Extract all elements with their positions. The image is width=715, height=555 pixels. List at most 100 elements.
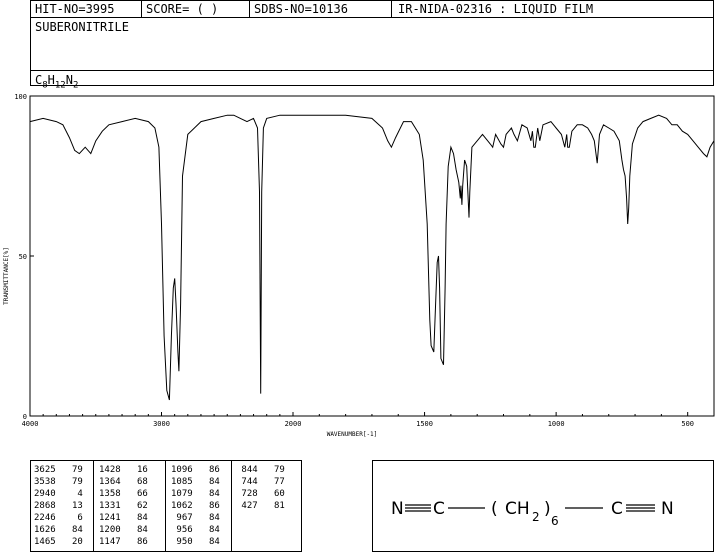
peak-transmittance: 16 xyxy=(120,465,148,475)
hit-number: HIT-NO=3995 xyxy=(31,1,142,17)
score: SCORE= ( ) xyxy=(142,1,250,17)
peak-transmittance: 4 xyxy=(55,489,83,499)
peak-wavenumber: 2940 xyxy=(34,489,56,499)
peak-transmittance: 79 xyxy=(55,477,83,487)
carbon-left: C xyxy=(433,499,445,519)
y-tick-label: 50 xyxy=(19,253,27,261)
y-tick-label: 100 xyxy=(14,93,27,101)
peak-transmittance: 60 xyxy=(257,489,285,499)
peak-wavenumber: 967 xyxy=(171,513,193,523)
peak-row: 744 77 xyxy=(236,476,285,488)
peak-wavenumber: 728 xyxy=(236,489,258,499)
y-axis-label: TRANSMITTANCE[%] xyxy=(3,247,10,305)
peak-transmittance: 84 xyxy=(192,513,220,523)
peak-wavenumber: 427 xyxy=(236,501,258,511)
repeat-count: 6 xyxy=(551,514,559,528)
peak-wavenumber: 744 xyxy=(236,477,258,487)
paren-open: ( xyxy=(491,499,498,519)
peak-transmittance: 6 xyxy=(55,513,83,523)
ir-spectrum-chart: 1005004000 3000 2000 1500 1000 500WAVENUMBER[… xyxy=(3,93,715,438)
peak-column: 1096 86 1085 84 1079 84 1062 86 967 84 956 … xyxy=(171,464,220,548)
peak-wavenumber: 1241 xyxy=(99,513,121,523)
peak-row: 967 84 xyxy=(171,512,220,524)
peak-row: 1085 84 xyxy=(171,476,220,488)
peak-wavenumber: 2868 xyxy=(34,501,56,511)
peak-row: 3538 79 xyxy=(34,476,83,488)
peak-row: 1364 68 xyxy=(99,476,148,488)
peak-column: 844 79 744 77 728 60 427 81 xyxy=(236,464,285,512)
peak-column-divider xyxy=(93,461,94,551)
peak-column-divider xyxy=(231,461,232,551)
peak-row: 1331 62 xyxy=(99,500,148,512)
peak-transmittance: 84 xyxy=(192,489,220,499)
x-tick-label: 4000 xyxy=(22,420,39,428)
peak-wavenumber: 1200 xyxy=(99,525,121,535)
peak-transmittance: 81 xyxy=(257,501,285,511)
peak-transmittance: 84 xyxy=(120,525,148,535)
peak-column: 1428 16 1364 68 1358 66 1331 62 1241 84 1200 … xyxy=(99,464,148,548)
methylene-subscript: 2 xyxy=(532,510,540,524)
peak-wavenumber: 1428 xyxy=(99,465,121,475)
x-tick-label: 2000 xyxy=(285,420,302,428)
peak-transmittance: 77 xyxy=(257,477,285,487)
peak-transmittance: 86 xyxy=(120,537,148,547)
peak-row: 1062 86 xyxy=(171,500,220,512)
peak-transmittance: 79 xyxy=(55,465,83,475)
peak-wavenumber: 1096 xyxy=(171,465,193,475)
peak-transmittance: 84 xyxy=(55,525,83,535)
peak-row: 427 81 xyxy=(236,500,285,512)
x-tick-label: 1000 xyxy=(548,420,565,428)
x-tick-label: 500 xyxy=(681,420,694,428)
plot-frame xyxy=(29,95,715,417)
peak-wavenumber: 844 xyxy=(236,465,258,475)
peak-wavenumber: 1358 xyxy=(99,489,121,499)
peak-row: 2940 4 xyxy=(34,488,83,500)
x-tick-label: 3000 xyxy=(153,420,170,428)
peak-wavenumber: 1085 xyxy=(171,477,193,487)
peak-wavenumber: 1079 xyxy=(171,489,193,499)
peak-row: 1079 84 xyxy=(171,488,220,500)
sdbs-number: SDBS-NO=10136 xyxy=(250,1,392,17)
peak-transmittance: 86 xyxy=(192,501,220,511)
structure-box: N C ( CH 2 ) 6 C N xyxy=(372,460,714,552)
nitrogen-left: N xyxy=(391,499,404,519)
peak-wavenumber: 950 xyxy=(171,537,193,547)
peak-wavenumber: 1147 xyxy=(99,537,121,547)
peak-wavenumber: 1062 xyxy=(171,501,193,511)
peak-transmittance: 68 xyxy=(120,477,148,487)
peak-row: 1096 86 xyxy=(171,464,220,476)
peak-transmittance: 79 xyxy=(257,465,285,475)
peak-wavenumber: 1465 xyxy=(34,537,56,547)
peak-column: 3625 79 3538 79 2940 4 2868 13 2246 6 1626 84… xyxy=(34,464,83,548)
peak-transmittance: 66 xyxy=(120,489,148,499)
peak-wavenumber: 1364 xyxy=(99,477,121,487)
peak-column-divider xyxy=(165,461,166,551)
peak-row: 956 84 xyxy=(171,524,219,536)
peak-row: 1465 20 xyxy=(34,536,83,548)
peak-row: 844 79 xyxy=(236,464,285,476)
x-axis-label: WAVENUMBER[-1] xyxy=(327,431,378,438)
peak-row: 1241 84 xyxy=(99,512,148,524)
peak-table: 3625 79 3538 79 2940 4 2868 13 2246 6 1626 84… xyxy=(30,460,302,552)
peak-row: 728 60 xyxy=(236,488,285,500)
peak-row: 1428 16 xyxy=(99,464,148,476)
paren-close: ) xyxy=(544,499,551,519)
peak-wavenumber: 3538 xyxy=(34,477,56,487)
peak-transmittance: 84 xyxy=(192,477,220,487)
peak-row: 2246 6 xyxy=(34,512,83,524)
peak-row: 3625 79 xyxy=(34,464,83,476)
header-row: HIT-NO=3995 SCORE= ( ) SDBS-NO=10136 IR-… xyxy=(31,1,713,18)
peak-wavenumber: 3625 xyxy=(34,465,56,475)
peak-row: 1147 86 xyxy=(99,536,148,548)
x-tick-label: 1500 xyxy=(416,420,433,428)
peak-row: 1358 66 xyxy=(99,488,148,500)
peak-wavenumber: 1331 xyxy=(99,501,121,511)
peak-transmittance: 86 xyxy=(192,465,220,475)
compound-name: SUBERONITRILE xyxy=(35,20,129,34)
formula-row: C8H12N2 xyxy=(31,70,713,90)
spectrum-header: HIT-NO=3995 SCORE= ( ) SDBS-NO=10136 IR-… xyxy=(30,0,714,90)
peak-wavenumber: 2246 xyxy=(34,513,56,523)
peak-transmittance: 84 xyxy=(120,513,148,523)
peak-row: 950 84 xyxy=(171,536,219,548)
peak-row: 1200 84 xyxy=(99,524,148,536)
